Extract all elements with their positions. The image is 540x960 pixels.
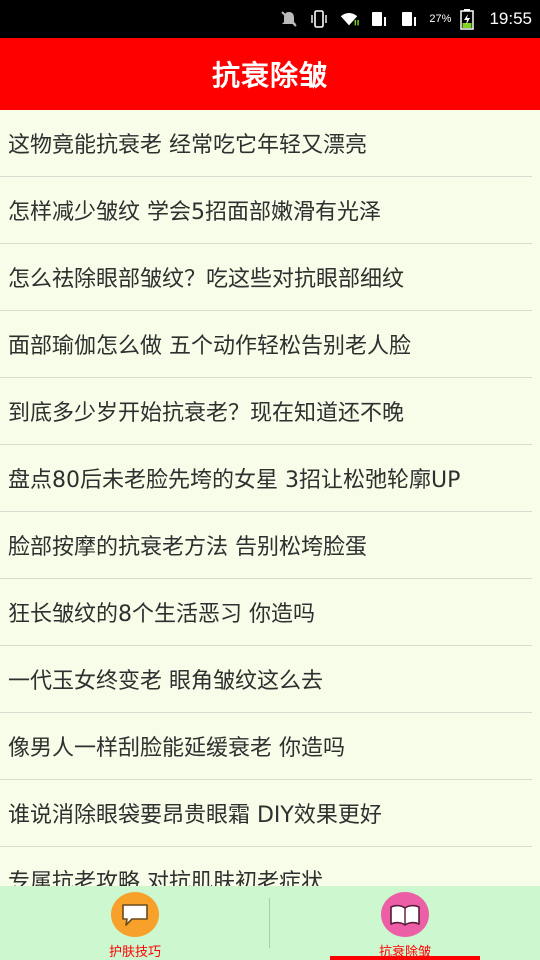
list-item[interactable]: 一代玉女终变老 眼角皱纹这么去 [0,646,532,713]
clock: 19:55 [489,9,532,28]
list-item[interactable]: 狂长皱纹的8个生活恶习 你造吗 [0,579,532,646]
list-item[interactable]: 怎么祛除眼部皱纹？吃这些对抗眼部细纹 [0,244,532,311]
bottom-tab-bar: 护肤技巧 抗衰除皱 [0,886,540,960]
list-item[interactable]: 到底多少岁开始抗衰老？现在知道还不晚 [0,378,532,445]
list-item[interactable]: 脸部按摩的抗衰老方法 告别松垮脸蛋 [0,512,532,579]
list-item-title: 怎么祛除眼部皱纹？吃这些对抗眼部细纹 [8,267,405,292]
battery-charging-icon [457,9,477,30]
list-item[interactable]: 谁说消除眼袋要昂贵眼霜 DIY效果更好 [0,780,532,847]
list-item-title: 像男人一样刮脸能延缓衰老 你造吗 [8,736,345,761]
list-item[interactable]: 这物竟能抗衰老 经常吃它年轻又漂亮 [0,110,532,177]
list-item-title: 一代玉女终变老 眼角皱纹这么去 [8,669,323,694]
active-tab-indicator [330,956,480,960]
tab-skincare-tips[interactable]: 护肤技巧 [0,886,270,960]
tab-anti-aging[interactable]: 抗衰除皱 [270,886,540,960]
tab-divider [269,898,270,948]
list-item-title: 专属抗老攻略 对抗肌肤初老症状 [8,870,323,886]
app-header: 抗衰除皱 [0,38,540,110]
list-item-title: 脸部按摩的抗衰老方法 告别松垮脸蛋 [8,535,367,560]
wifi-icon [339,9,360,29]
list-item-title: 面部瑜伽怎么做 五个动作轻松告别老人脸 [8,334,411,359]
tab-label: 护肤技巧 [108,945,161,960]
battery-percent: 27% [429,13,452,25]
article-list[interactable]: 这物竟能抗衰老 经常吃它年轻又漂亮 怎样减少皱纹 学会5招面部嫩滑有光泽 怎么祛… [0,110,540,886]
list-item[interactable]: 怎样减少皱纹 学会5招面部嫩滑有光泽 [0,177,532,244]
list-item[interactable]: 专属抗老攻略 对抗肌肤初老症状 [0,847,532,886]
sim1-icon [369,9,389,29]
chat-bubble-icon [111,892,159,937]
list-item[interactable]: 面部瑜伽怎么做 五个动作轻松告别老人脸 [0,311,532,378]
page-title: 抗衰除皱 [211,59,328,92]
mute-icon [279,9,299,29]
list-item[interactable]: 盘点80后未老脸先垮的女星 3招让松弛轮廓UP [0,445,532,512]
sim2-icon [399,9,419,29]
status-bar: 27% 19:55 [0,0,540,38]
list-item-title: 狂长皱纹的8个生活恶习 你造吗 [8,602,315,627]
list-item[interactable]: 像男人一样刮脸能延缓衰老 你造吗 [0,713,532,780]
list-item-title: 盘点80后未老脸先垮的女星 3招让松弛轮廓UP [8,468,461,493]
list-item-title: 这物竟能抗衰老 经常吃它年轻又漂亮 [8,133,367,158]
list-item-title: 到底多少岁开始抗衰老？现在知道还不晚 [8,401,405,426]
list-item-title: 怎样减少皱纹 学会5招面部嫩滑有光泽 [8,200,381,225]
vibrate-icon [309,9,329,29]
list-item-title: 谁说消除眼袋要昂贵眼霜 DIY效果更好 [8,803,382,828]
book-icon [381,892,429,937]
